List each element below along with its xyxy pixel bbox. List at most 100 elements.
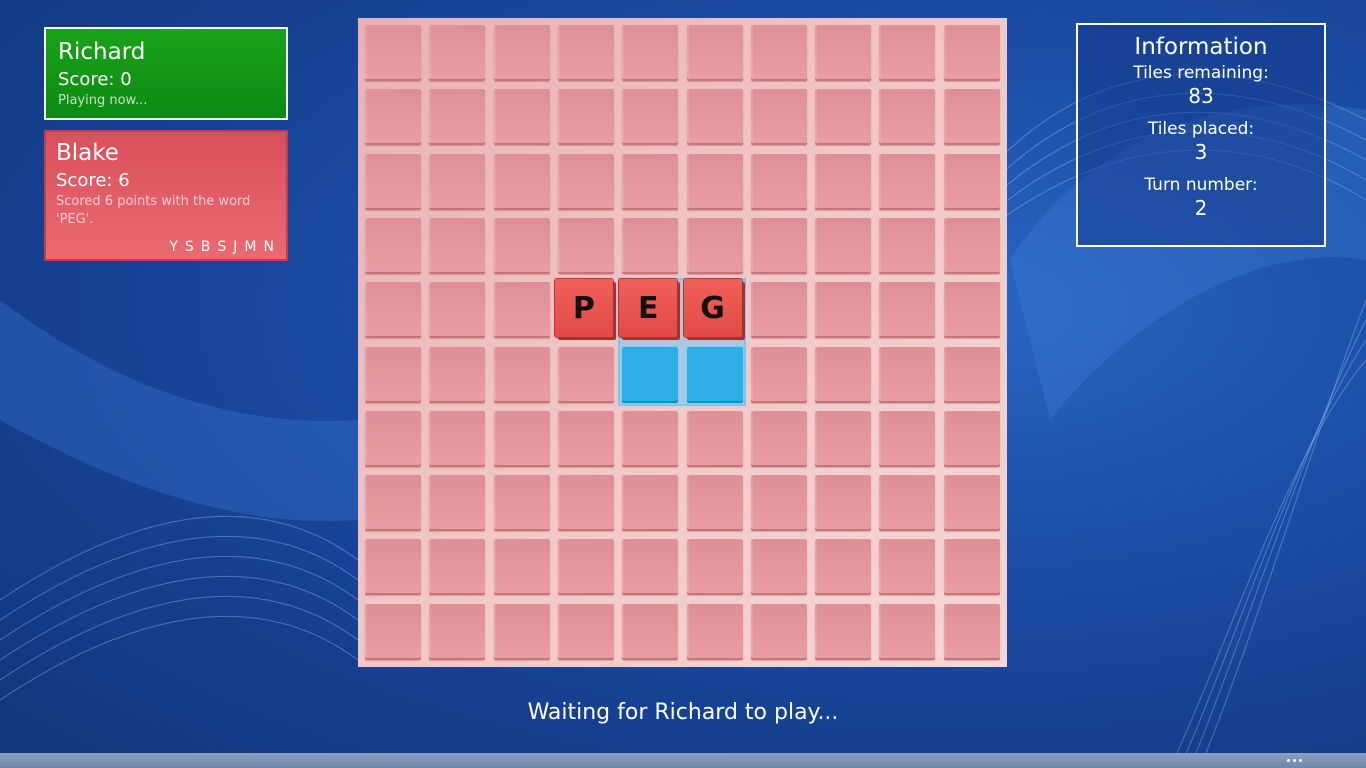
- board-cell[interactable]: [879, 25, 936, 81]
- board-cell[interactable]: [943, 282, 1000, 339]
- board-cell[interactable]: [686, 410, 743, 467]
- board-cell[interactable]: [622, 475, 679, 532]
- board-cell[interactable]: [686, 539, 743, 596]
- board-cell[interactable]: [493, 603, 550, 660]
- board-cell[interactable]: [750, 153, 807, 210]
- board-cell[interactable]: [879, 153, 936, 210]
- board-cell[interactable]: [557, 153, 614, 210]
- board-cell[interactable]: [365, 217, 421, 274]
- board-cell[interactable]: [493, 25, 550, 81]
- board-cell[interactable]: [429, 346, 486, 403]
- board-cell[interactable]: [750, 282, 807, 339]
- game-board[interactable]: PEG: [358, 18, 1007, 667]
- board-cell[interactable]: [943, 603, 1000, 660]
- board-cell[interactable]: [365, 25, 421, 81]
- board-cell[interactable]: [365, 89, 421, 146]
- board-cell[interactable]: [815, 25, 872, 81]
- board-cell[interactable]: [365, 539, 421, 596]
- board-cell[interactable]: [557, 410, 614, 467]
- letter-tile[interactable]: P: [554, 279, 613, 338]
- app-bar[interactable]: [0, 753, 1366, 768]
- board-cell[interactable]: [429, 153, 486, 210]
- board-cell[interactable]: [429, 217, 486, 274]
- board-cell[interactable]: [879, 282, 936, 339]
- board-cell[interactable]: [943, 475, 1000, 532]
- board-cell[interactable]: [622, 25, 679, 81]
- board-cell[interactable]: [750, 217, 807, 274]
- board-cell[interactable]: [493, 89, 550, 146]
- board-cell[interactable]: [622, 217, 679, 274]
- board-cell[interactable]: [815, 153, 872, 210]
- board-cell[interactable]: [622, 153, 679, 210]
- board-cell[interactable]: [815, 475, 872, 532]
- board-cell[interactable]: [365, 475, 421, 532]
- board-cell[interactable]: [750, 346, 807, 403]
- board-cell[interactable]: [365, 410, 421, 467]
- board-cell[interactable]: [557, 346, 614, 403]
- board-cell[interactable]: [815, 539, 872, 596]
- board-cell[interactable]: [493, 153, 550, 210]
- board-cell[interactable]: [493, 217, 550, 274]
- board-cell[interactable]: [879, 603, 936, 660]
- board-cell[interactable]: [750, 539, 807, 596]
- board-cell[interactable]: [879, 346, 936, 403]
- board-cell[interactable]: [429, 25, 486, 81]
- board-cell[interactable]: [815, 410, 872, 467]
- board-cell[interactable]: [815, 603, 872, 660]
- board-cell[interactable]: [750, 410, 807, 467]
- board-cell[interactable]: [815, 217, 872, 274]
- board-cell[interactable]: [686, 89, 743, 146]
- board-cell[interactable]: [943, 539, 1000, 596]
- board-cell[interactable]: [429, 89, 486, 146]
- board-cell[interactable]: [493, 282, 550, 339]
- letter-tile[interactable]: E: [619, 279, 678, 338]
- board-cell[interactable]: [557, 25, 614, 81]
- board-cell[interactable]: [815, 282, 872, 339]
- board-cell[interactable]: [493, 539, 550, 596]
- board-cell[interactable]: [750, 475, 807, 532]
- board-cell[interactable]: [429, 603, 486, 660]
- board-cell[interactable]: [815, 89, 872, 146]
- letter-tile[interactable]: G: [683, 279, 742, 338]
- board-cell[interactable]: [557, 603, 614, 660]
- board-cell[interactable]: [943, 346, 1000, 403]
- board-cell[interactable]: [365, 282, 421, 339]
- board-cell-highlighted[interactable]: [686, 346, 743, 403]
- board-cell[interactable]: [493, 475, 550, 532]
- board-cell[interactable]: [686, 217, 743, 274]
- board-cell[interactable]: [365, 346, 421, 403]
- board-cell[interactable]: [429, 475, 486, 532]
- board-cell[interactable]: [557, 539, 614, 596]
- board-cell[interactable]: [557, 89, 614, 146]
- board-cell[interactable]: [429, 282, 486, 339]
- board-cell[interactable]: [879, 475, 936, 532]
- board-cell[interactable]: [879, 217, 936, 274]
- board-cell[interactable]: [365, 153, 421, 210]
- board-cell[interactable]: [879, 410, 936, 467]
- board-cell[interactable]: [943, 153, 1000, 210]
- board-cell[interactable]: [750, 25, 807, 81]
- more-options-button[interactable]: [1282, 753, 1306, 768]
- board-cell[interactable]: [429, 539, 486, 596]
- board-cell[interactable]: [943, 25, 1000, 81]
- board-cell[interactable]: [622, 603, 679, 660]
- board-cell[interactable]: [686, 603, 743, 660]
- board-cell[interactable]: [750, 89, 807, 146]
- board-cell[interactable]: [557, 475, 614, 532]
- board-cell[interactable]: [686, 475, 743, 532]
- board-cell[interactable]: [493, 410, 550, 467]
- board-cell[interactable]: [943, 410, 1000, 467]
- board-cell[interactable]: [686, 153, 743, 210]
- board-cell[interactable]: [943, 217, 1000, 274]
- board-cell[interactable]: [622, 410, 679, 467]
- board-cell-highlighted[interactable]: [622, 346, 679, 403]
- board-cell[interactable]: [429, 410, 486, 467]
- board-cell[interactable]: [815, 346, 872, 403]
- board-cell[interactable]: [622, 539, 679, 596]
- board-cell[interactable]: [879, 539, 936, 596]
- board-cell[interactable]: [943, 89, 1000, 146]
- board-cell[interactable]: [493, 346, 550, 403]
- board-cell[interactable]: [750, 603, 807, 660]
- board-cell[interactable]: [622, 89, 679, 146]
- board-cell[interactable]: [686, 25, 743, 81]
